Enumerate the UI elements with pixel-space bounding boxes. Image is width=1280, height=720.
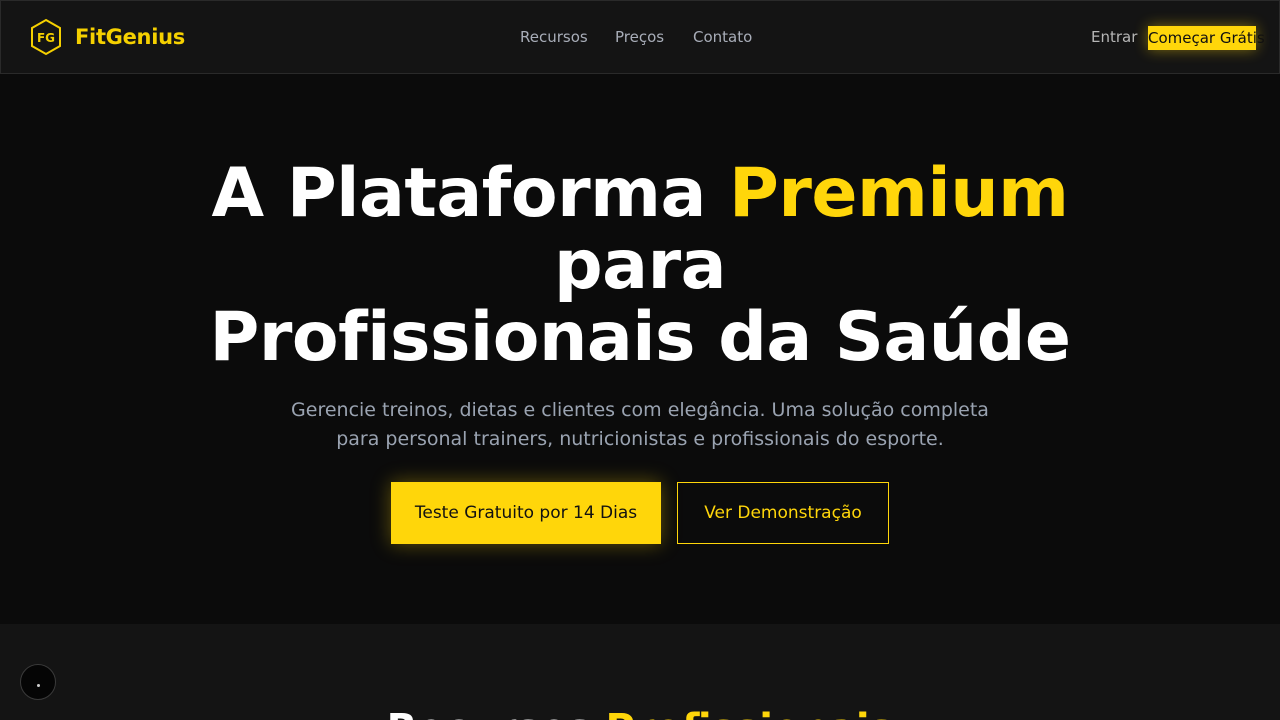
features-section: Recursos Profissionais (0, 624, 1280, 720)
dot-icon (37, 684, 40, 687)
nav-link-recursos[interactable]: Recursos (520, 28, 588, 46)
free-trial-button[interactable]: Teste Gratuito por 14 Dias (391, 482, 661, 544)
hero-subtitle-line2: para personal trainers, nutricionistas e… (336, 428, 944, 450)
hero-title-line3: Profissionais da Saúde (209, 298, 1071, 377)
hero-subtitle: Gerencie treinos, dietas e clientes com … (290, 396, 990, 454)
features-title-accent: Profissionais (605, 706, 893, 720)
hero-subtitle-line1: Gerencie treinos, dietas e clientes com … (291, 399, 989, 421)
features-title: Recursos Profissionais (0, 706, 1280, 720)
hero-title: A Plataforma Premium para Profissionais … (0, 158, 1280, 374)
nav-link-precos[interactable]: Preços (615, 28, 664, 46)
main-nav: Recursos Preços Contato (1, 28, 1280, 50)
hero-title-part1: A Plataforma (211, 154, 730, 233)
site-header: FG FitGenius Recursos Preços Contato Ent… (0, 0, 1280, 74)
features-title-part1: Recursos (387, 706, 606, 720)
hero-title-line2: para (554, 226, 726, 305)
nav-link-contato[interactable]: Contato (693, 28, 752, 46)
start-free-button[interactable]: Começar Grátis (1148, 26, 1265, 50)
hero-section: A Plataforma Premium para Profissionais … (0, 74, 1280, 624)
landing-page: FG FitGenius Recursos Preços Contato Ent… (0, 0, 1280, 720)
signin-link[interactable]: Entrar (1091, 28, 1137, 46)
view-demo-button[interactable]: Ver Demonstração (677, 482, 889, 544)
floating-action-button[interactable] (20, 664, 56, 700)
hero-title-accent: Premium (729, 154, 1069, 233)
